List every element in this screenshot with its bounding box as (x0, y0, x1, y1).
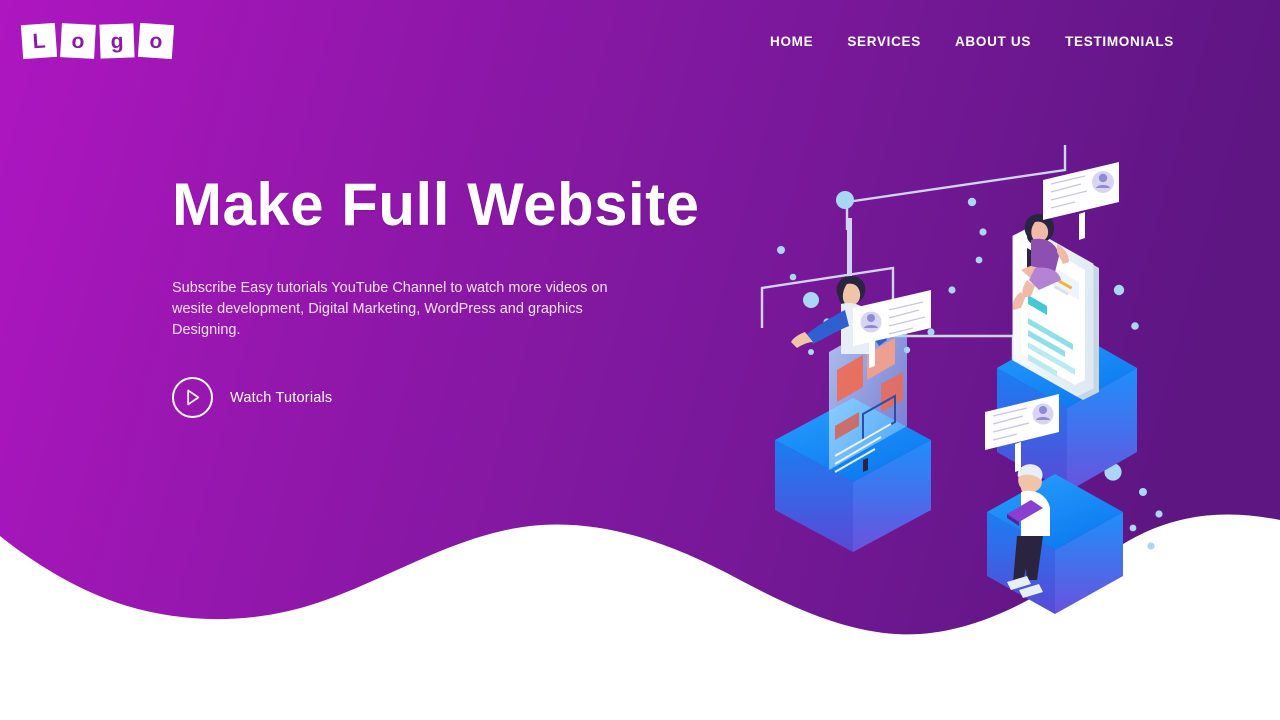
nav-item-services[interactable]: SERVICES (845, 28, 923, 55)
main-navigation: HOME SERVICES ABOUT US TESTIMONIALS (768, 28, 1176, 55)
nav-item-home[interactable]: HOME (768, 28, 815, 55)
phone-mockup-pedestal (997, 162, 1137, 492)
nav-item-testimonials[interactable]: TESTIMONIALS (1063, 28, 1176, 55)
play-icon[interactable] (172, 377, 213, 419)
site-header: L o g o HOME SERVICES ABOUT US TESTIMONI… (0, 0, 1280, 82)
logo-tile-4: o (137, 22, 175, 60)
watch-tutorials-label: Watch Tutorials (230, 389, 333, 406)
site-logo[interactable]: L o g o (18, 22, 175, 60)
hero-title: Make Full Website (172, 171, 700, 238)
watch-tutorials-button[interactable]: Watch Tutorials (172, 377, 333, 419)
hero-page: L o g o HOME SERVICES ABOUT US TESTIMONI… (0, 0, 1280, 720)
logo-tile-2: o (60, 23, 96, 59)
hero-content: Make Full Website Subscribe Easy tutoria… (172, 171, 702, 419)
notification-card-top (1043, 162, 1119, 240)
logo-tile-1: L (20, 22, 58, 60)
nav-item-about-us[interactable]: ABOUT US (953, 28, 1033, 55)
hero-paragraph: Subscribe Easy tutorials YouTube Channel… (172, 280, 608, 339)
screen-panel-pedestal (775, 218, 931, 552)
logo-tile-3: g (99, 23, 135, 59)
laptop-cube-pedestal (987, 464, 1123, 614)
hero-illustration (735, 140, 1205, 614)
